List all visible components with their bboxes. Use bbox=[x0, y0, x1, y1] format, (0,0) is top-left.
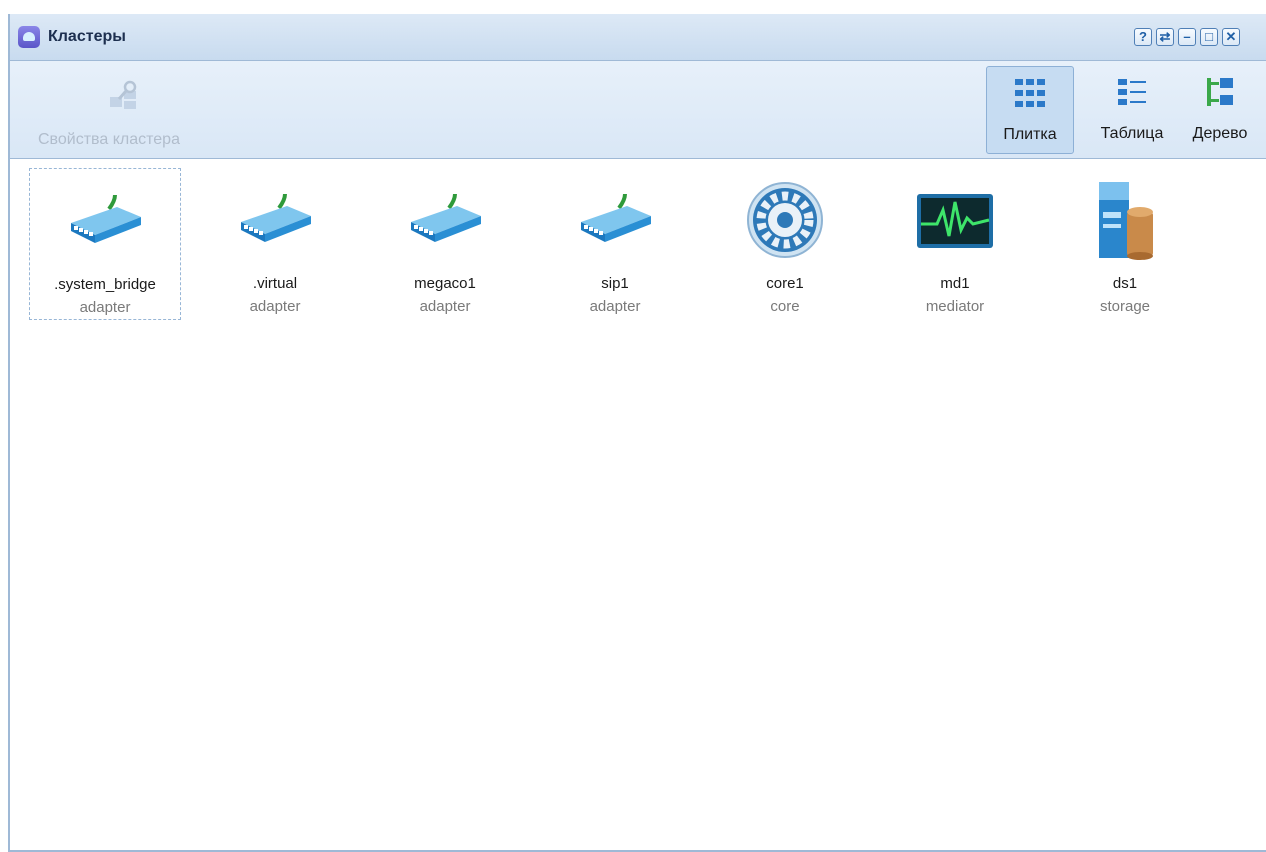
storage-server-icon bbox=[1099, 182, 1153, 260]
tree-view-label: Дерево bbox=[1192, 125, 1248, 142]
cluster-tile[interactable]: .system_bridge adapter bbox=[29, 168, 181, 320]
cluster-type: adapter bbox=[589, 298, 641, 315]
cluster-name: ds1 bbox=[1112, 275, 1138, 292]
minimize-button[interactable]: – bbox=[1178, 28, 1196, 46]
cluster-name: megaco1 bbox=[414, 275, 476, 292]
adapter-icon bbox=[581, 193, 651, 242]
core-gear-icon bbox=[747, 182, 823, 258]
window-title: Кластеры bbox=[48, 28, 126, 45]
maximize-button[interactable]: □ bbox=[1200, 28, 1218, 46]
cluster-tile[interactable]: sip1 adapter bbox=[539, 168, 691, 320]
tiles-view-label: Плитка bbox=[1003, 126, 1057, 143]
cluster-tile[interactable]: md1 mediator bbox=[879, 168, 1031, 320]
cluster-type: storage bbox=[1099, 298, 1151, 315]
adapter-icon bbox=[241, 193, 311, 242]
cluster-name: md1 bbox=[940, 275, 970, 292]
cluster-tile[interactable]: ds1 storage bbox=[1049, 168, 1201, 320]
adapter-icon bbox=[71, 194, 141, 243]
tiles-view-icon bbox=[1015, 79, 1045, 107]
table-view-icon bbox=[1118, 79, 1146, 105]
cluster-properties-label: Свойства кластера bbox=[38, 131, 180, 148]
adapter-icon bbox=[411, 193, 481, 242]
cluster-name: .system_bridge bbox=[54, 276, 156, 293]
window-titlebar[interactable]: Кластеры ? ⇄ – □ ✕ bbox=[10, 14, 1266, 61]
clusters-app-icon bbox=[18, 26, 40, 48]
cluster-type: adapter bbox=[419, 298, 471, 315]
mediator-monitor-icon bbox=[917, 194, 993, 248]
tree-view-button[interactable]: Дерево bbox=[1178, 66, 1262, 154]
cluster-properties-icon bbox=[110, 80, 137, 109]
cluster-name: sip1 bbox=[601, 275, 629, 292]
toolbar: Свойства кластера Плитка Таблица Дерево bbox=[10, 61, 1266, 159]
tiles-view-button[interactable]: Плитка bbox=[986, 66, 1074, 154]
cluster-properties-button[interactable]: Свойства кластера bbox=[30, 69, 220, 149]
clusters-tiles-area: .system_bridge adapter .virtual adapter bbox=[10, 159, 1266, 850]
cluster-name: core1 bbox=[766, 275, 804, 292]
cluster-type: adapter bbox=[79, 299, 131, 316]
table-view-label: Таблица bbox=[1100, 125, 1164, 142]
cluster-tile[interactable]: core1 core bbox=[709, 168, 861, 320]
cluster-type: adapter bbox=[249, 298, 301, 315]
cluster-tile[interactable]: megaco1 adapter bbox=[369, 168, 521, 320]
cluster-type: core bbox=[770, 298, 800, 315]
cluster-name: .virtual bbox=[252, 275, 298, 292]
table-view-button[interactable]: Таблица bbox=[1094, 66, 1170, 154]
clusters-window: Кластеры ? ⇄ – □ ✕ Свойства кластера Пли… bbox=[8, 14, 1266, 852]
cluster-type: mediator bbox=[925, 298, 985, 315]
close-button[interactable]: ✕ bbox=[1222, 28, 1240, 46]
refresh-button[interactable]: ⇄ bbox=[1156, 28, 1174, 46]
cluster-tile[interactable]: .virtual adapter bbox=[199, 168, 351, 320]
tree-view-icon bbox=[1207, 78, 1233, 106]
help-button[interactable]: ? bbox=[1134, 28, 1152, 46]
